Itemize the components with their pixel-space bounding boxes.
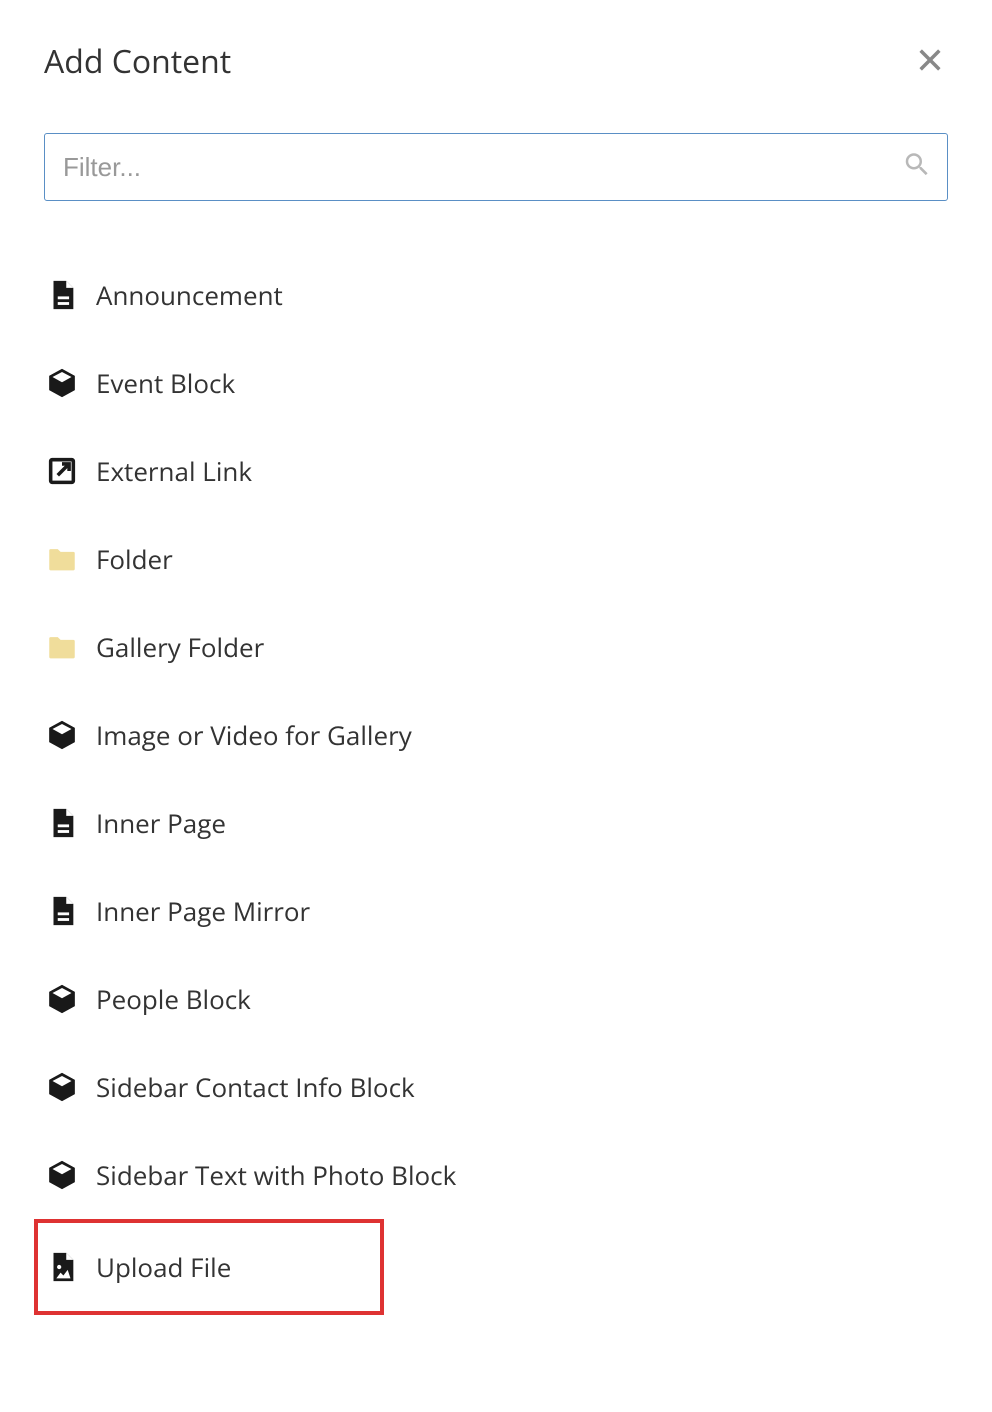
cube-icon	[44, 981, 80, 1017]
cube-icon	[44, 1157, 80, 1193]
content-item-label: Announcement	[96, 277, 283, 313]
content-item-gallery-folder[interactable]: Gallery Folder	[44, 603, 948, 691]
content-item-label: Sidebar Contact Info Block	[96, 1069, 415, 1105]
content-item-inner-page[interactable]: Inner Page	[44, 779, 948, 867]
content-item-label: Upload File	[96, 1249, 231, 1285]
folder-icon	[44, 629, 80, 665]
content-item-label: Inner Page Mirror	[96, 893, 310, 929]
content-item-label: Sidebar Text with Photo Block	[96, 1157, 456, 1193]
filter-input[interactable]	[44, 133, 948, 201]
close-button[interactable]	[912, 42, 948, 81]
content-item-inner-page-mirror[interactable]: Inner Page Mirror	[44, 867, 948, 955]
cube-icon	[44, 717, 80, 753]
folder-icon	[44, 541, 80, 577]
content-item-announcement[interactable]: Announcement	[44, 251, 948, 339]
content-item-label: Inner Page	[96, 805, 226, 841]
cube-icon	[44, 365, 80, 401]
content-type-list: Announcement Event Block External Link Fold…	[44, 251, 948, 1315]
content-item-label: External Link	[96, 453, 252, 489]
external-link-icon	[44, 453, 80, 489]
upload-image-icon	[44, 1249, 80, 1285]
content-item-people-block[interactable]: People Block	[44, 955, 948, 1043]
content-item-external-link[interactable]: External Link	[44, 427, 948, 515]
close-icon	[916, 62, 944, 77]
content-item-sidebar-contact-info-block[interactable]: Sidebar Contact Info Block	[44, 1043, 948, 1131]
cube-icon	[44, 1069, 80, 1105]
content-item-sidebar-text-with-photo-block[interactable]: Sidebar Text with Photo Block	[44, 1131, 948, 1219]
content-item-label: People Block	[96, 981, 251, 1017]
search-icon	[902, 150, 932, 185]
content-item-image-or-video-for-gallery[interactable]: Image or Video for Gallery	[44, 691, 948, 779]
page-icon	[44, 805, 80, 841]
content-item-label: Gallery Folder	[96, 629, 264, 665]
page-icon	[44, 277, 80, 313]
dialog-header: Add Content	[44, 40, 948, 83]
content-item-event-block[interactable]: Event Block	[44, 339, 948, 427]
add-content-dialog: Add Content Announcement Event Block Exter…	[0, 0, 992, 1355]
content-item-label: Folder	[96, 541, 173, 577]
content-item-label: Event Block	[96, 365, 235, 401]
content-item-folder[interactable]: Folder	[44, 515, 948, 603]
filter-wrapper	[44, 133, 948, 201]
content-item-upload-file[interactable]: Upload File	[34, 1219, 384, 1315]
dialog-title: Add Content	[44, 40, 231, 83]
content-item-label: Image or Video for Gallery	[96, 717, 412, 753]
page-icon	[44, 893, 80, 929]
